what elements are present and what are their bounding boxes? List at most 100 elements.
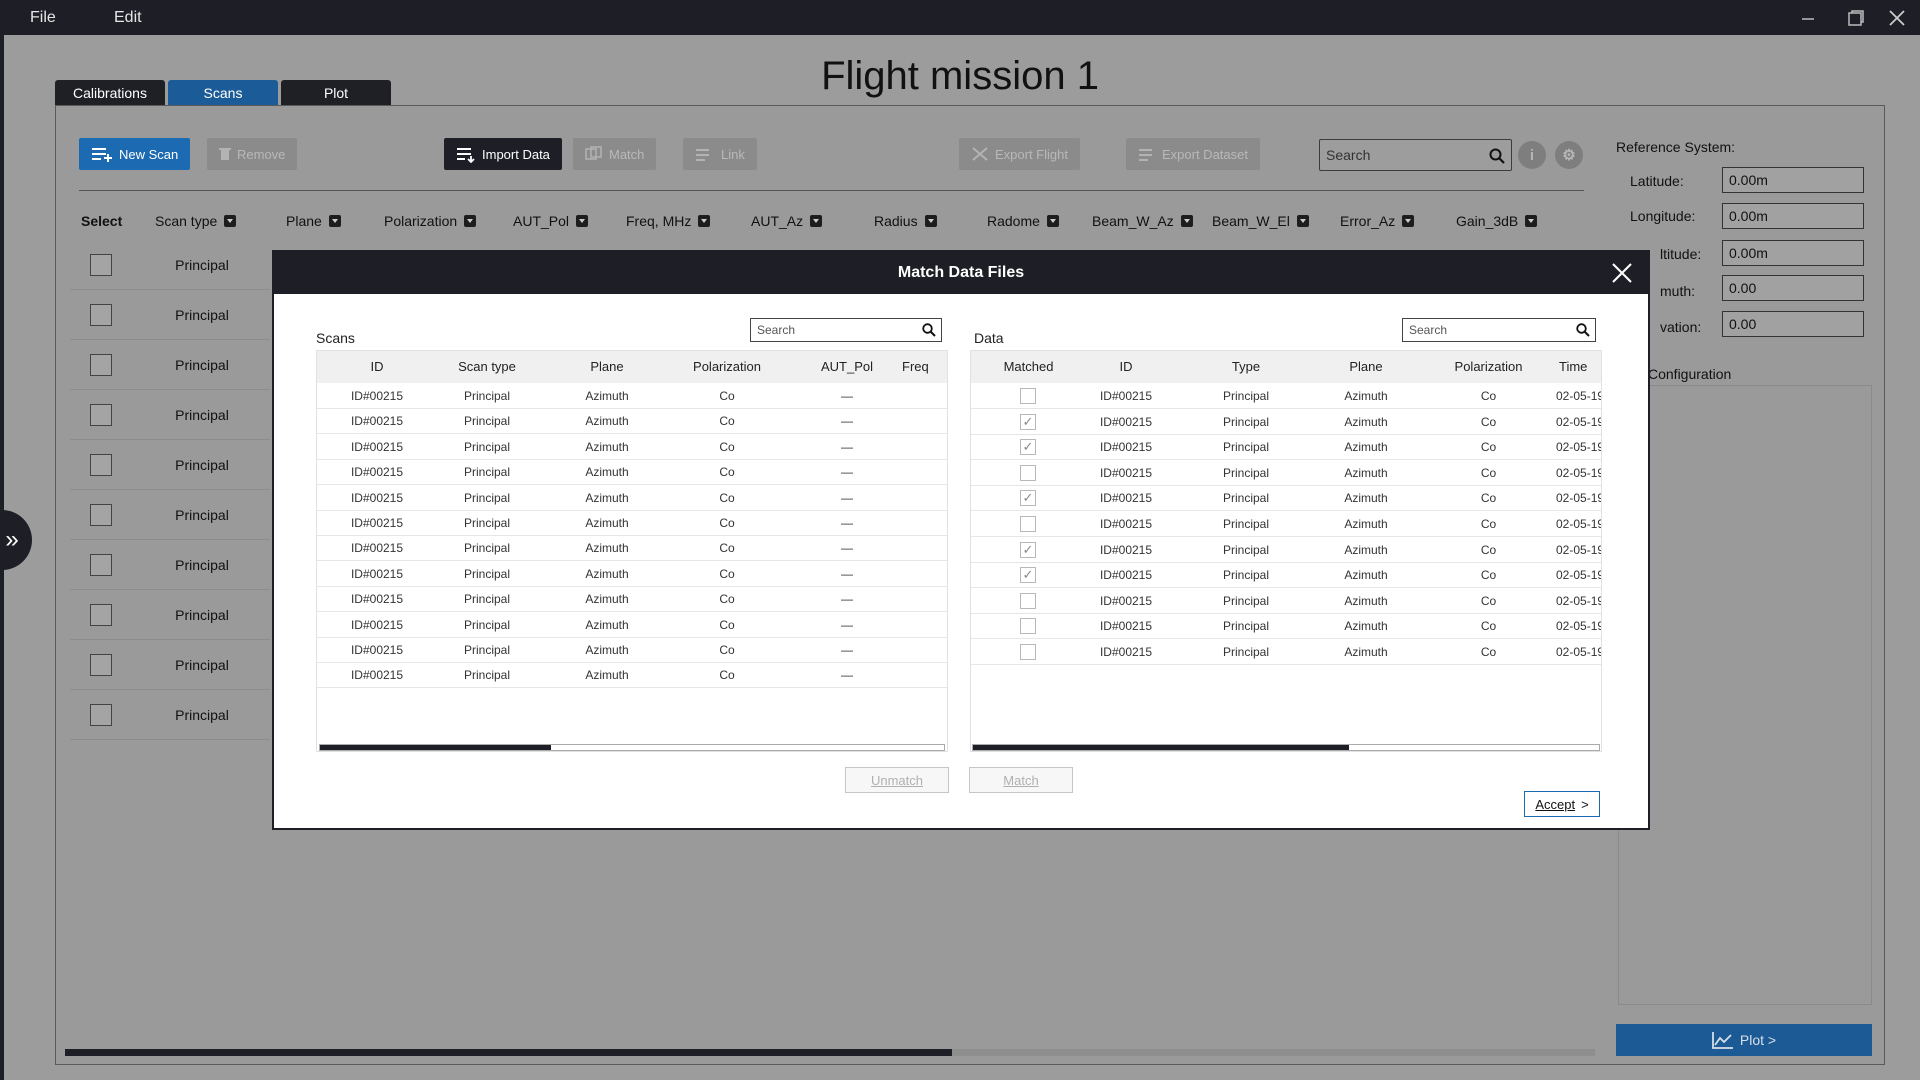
data-table-row[interactable]: ID#00215 Principal Azimuth Co 02-05-19 bbox=[971, 588, 1601, 614]
data-col-plane[interactable]: Plane bbox=[1316, 359, 1416, 374]
scans-col-scan-type[interactable]: Scan type bbox=[432, 359, 542, 374]
remove-button[interactable]: Remove bbox=[207, 138, 298, 170]
scans-table-row[interactable]: ID#00215 Principal Azimuth Co — bbox=[317, 612, 947, 638]
row-select-checkbox[interactable] bbox=[90, 304, 112, 326]
tab-scans[interactable]: Scans bbox=[168, 80, 278, 106]
search-icon[interactable] bbox=[1576, 323, 1590, 337]
col-radome[interactable]: Radome bbox=[987, 213, 1059, 229]
col-freq[interactable]: Freq, MHz bbox=[626, 213, 711, 229]
filter-caret-icon[interactable] bbox=[1180, 215, 1193, 227]
filter-caret-icon[interactable] bbox=[1525, 215, 1538, 227]
col-gain-3db[interactable]: Gain_3dB bbox=[1456, 213, 1538, 229]
scans-table-row[interactable]: ID#00215 Principal Azimuth Co — bbox=[317, 510, 947, 536]
data-table-row[interactable]: ✓ ID#00215 Principal Azimuth Co 02-05-19 bbox=[971, 537, 1601, 563]
row-select-checkbox[interactable] bbox=[90, 654, 112, 676]
row-select-checkbox[interactable] bbox=[90, 254, 112, 276]
data-table-row[interactable]: ID#00215 Principal Azimuth Co 02-05-19 bbox=[971, 383, 1601, 409]
match-dialog-button[interactable]: Match bbox=[969, 767, 1073, 793]
data-table-row[interactable]: ✓ ID#00215 Principal Azimuth Co 02-05-19 bbox=[971, 562, 1601, 589]
matched-checkbox[interactable] bbox=[1020, 388, 1036, 404]
plot-button[interactable]: Plot > bbox=[1616, 1024, 1872, 1056]
matched-checkbox[interactable]: ✓ bbox=[1020, 490, 1036, 507]
link-button[interactable]: Link bbox=[683, 138, 757, 170]
row-select-checkbox[interactable] bbox=[90, 354, 112, 376]
main-hscroll-track[interactable] bbox=[65, 1049, 1595, 1056]
accept-button[interactable]: Accept > bbox=[1524, 791, 1600, 817]
search-icon[interactable] bbox=[922, 323, 936, 337]
scans-col-aut-pol[interactable]: AUT_Pol bbox=[797, 359, 897, 374]
col-polarization[interactable]: Polarization bbox=[384, 213, 477, 229]
filter-caret-icon[interactable] bbox=[576, 215, 589, 227]
data-col-type[interactable]: Type bbox=[1196, 359, 1296, 374]
matched-checkbox[interactable] bbox=[1020, 516, 1036, 532]
scans-col-polarization[interactable]: Polarization bbox=[667, 359, 787, 374]
col-plane[interactable]: Plane bbox=[286, 213, 341, 229]
filter-caret-icon[interactable] bbox=[224, 215, 237, 227]
col-beam-w-el[interactable]: Beam_W_El bbox=[1212, 213, 1309, 229]
matched-checkbox[interactable]: ✓ bbox=[1020, 541, 1036, 558]
filter-caret-icon[interactable] bbox=[328, 215, 341, 227]
main-hscroll-thumb[interactable] bbox=[65, 1049, 953, 1056]
table-row[interactable]: Principal bbox=[70, 340, 270, 390]
table-row[interactable]: Principal bbox=[70, 590, 270, 640]
col-aut-pol[interactable]: AUT_Pol bbox=[513, 213, 589, 229]
scans-hscroll-thumb[interactable] bbox=[320, 745, 551, 750]
matched-checkbox[interactable] bbox=[1020, 644, 1036, 660]
filter-caret-icon[interactable] bbox=[1402, 215, 1415, 227]
wrench-icon[interactable]: ⚙ bbox=[1555, 141, 1583, 169]
menu-file[interactable]: File bbox=[30, 9, 56, 27]
altitude-input[interactable]: 0.00m bbox=[1722, 240, 1864, 266]
azimuth-input[interactable]: 0.00 bbox=[1722, 275, 1864, 301]
table-row[interactable]: Principal bbox=[70, 390, 270, 440]
search-icon[interactable] bbox=[1489, 148, 1505, 164]
match-button[interactable]: Match bbox=[573, 138, 657, 170]
data-table-row[interactable]: ✓ ID#00215 Principal Azimuth Co 02-05-19 bbox=[971, 409, 1601, 435]
data-table-row[interactable]: ✓ ID#00215 Principal Azimuth Co 02-05-19 bbox=[971, 434, 1601, 461]
col-aut-az[interactable]: AUT_Az bbox=[751, 213, 823, 229]
data-search-input[interactable]: Search bbox=[1402, 318, 1596, 342]
unmatch-button[interactable]: Unmatch bbox=[845, 767, 949, 793]
table-row[interactable]: Principal bbox=[70, 440, 270, 490]
scans-table-row[interactable]: ID#00215 Principal Azimuth Co — bbox=[317, 637, 947, 663]
scans-table-row[interactable]: ID#00215 Principal Azimuth Co — bbox=[317, 662, 947, 689]
row-select-checkbox[interactable] bbox=[90, 504, 112, 526]
close-window-icon[interactable] bbox=[1874, 0, 1920, 35]
data-table-row[interactable]: ID#00215 Principal Azimuth Co 02-05-19 bbox=[971, 639, 1601, 665]
data-table-row[interactable]: ID#00215 Principal Azimuth Co 02-05-19 bbox=[971, 613, 1601, 640]
matched-checkbox[interactable] bbox=[1020, 618, 1036, 635]
scans-search-input[interactable]: Search bbox=[750, 318, 942, 342]
filter-caret-icon[interactable] bbox=[810, 215, 823, 227]
tab-calibrations[interactable]: Calibrations bbox=[55, 80, 165, 106]
scans-table-row[interactable]: ID#00215 Principal Azimuth Co — bbox=[317, 383, 947, 409]
col-radius[interactable]: Radius bbox=[874, 213, 937, 229]
table-row[interactable]: Principal bbox=[70, 290, 270, 340]
row-select-checkbox[interactable] bbox=[90, 454, 112, 476]
minimize-icon[interactable] bbox=[1785, 0, 1831, 35]
data-col-id[interactable]: ID bbox=[1086, 359, 1166, 374]
tab-plot[interactable]: Plot bbox=[281, 80, 391, 106]
data-col-time[interactable]: Time bbox=[1559, 359, 1601, 374]
data-hscroll-thumb[interactable] bbox=[973, 745, 1349, 750]
close-icon[interactable] bbox=[1610, 261, 1634, 285]
scans-table-row[interactable]: ID#00215 Principal Azimuth Co — bbox=[317, 408, 947, 435]
filter-caret-icon[interactable] bbox=[698, 215, 711, 227]
longitude-input[interactable]: 0.00m bbox=[1722, 203, 1864, 229]
data-hscroll-track[interactable] bbox=[972, 744, 1600, 751]
import-data-button[interactable]: Import Data bbox=[444, 138, 562, 170]
main-search-input[interactable]: Search bbox=[1319, 139, 1512, 171]
export-dataset-button[interactable]: Export Dataset bbox=[1126, 138, 1260, 170]
matched-checkbox[interactable] bbox=[1020, 592, 1036, 609]
scans-hscroll-track[interactable] bbox=[319, 744, 945, 751]
scans-table-row[interactable]: ID#00215 Principal Azimuth Co — bbox=[317, 459, 947, 486]
data-table-row[interactable]: ID#00215 Principal Azimuth Co 02-05-19 bbox=[971, 511, 1601, 537]
row-select-checkbox[interactable] bbox=[90, 554, 112, 576]
elevation-input[interactable]: 0.00 bbox=[1722, 311, 1864, 337]
data-table-row[interactable]: ✓ ID#00215 Principal Azimuth Co 02-05-19 bbox=[971, 485, 1601, 512]
filter-caret-icon[interactable] bbox=[464, 215, 477, 227]
matched-checkbox[interactable]: ✓ bbox=[1020, 439, 1036, 456]
scans-col-freq[interactable]: Freq bbox=[902, 359, 947, 374]
col-beam-w-az[interactable]: Beam_W_Az bbox=[1092, 213, 1193, 229]
scans-table-row[interactable]: ID#00215 Principal Azimuth Co — bbox=[317, 586, 947, 613]
data-table-row[interactable]: ID#00215 Principal Azimuth Co 02-05-19 bbox=[971, 460, 1601, 486]
row-select-checkbox[interactable] bbox=[90, 704, 112, 726]
